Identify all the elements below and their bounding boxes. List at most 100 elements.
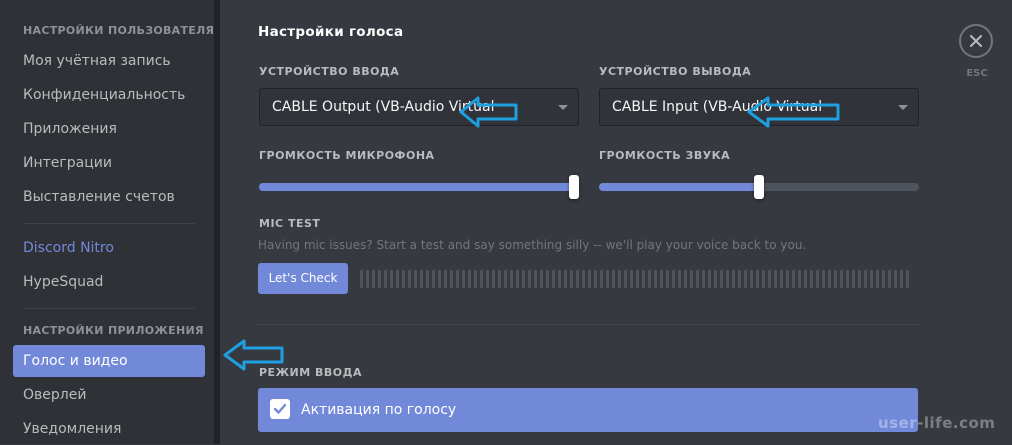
- meter-bar: [900, 270, 903, 288]
- sidebar-item-my-account[interactable]: Моя учётная запись: [13, 45, 205, 77]
- chevron-down-icon: [558, 105, 568, 110]
- meter-bar: [498, 270, 501, 288]
- meter-bar: [522, 270, 525, 288]
- lets-check-button[interactable]: Let's Check: [258, 263, 348, 294]
- meter-bar: [840, 270, 843, 288]
- meter-bar: [402, 270, 405, 288]
- sidebar-item-billing[interactable]: Выставление счетов: [13, 181, 205, 213]
- voice-activity-option[interactable]: Активация по голосу: [258, 388, 918, 432]
- arrow-icon: [459, 96, 518, 128]
- sidebar-item-hypesquad[interactable]: HypeSquad: [13, 266, 205, 298]
- meter-bar: [444, 270, 447, 288]
- meter-bar: [534, 270, 537, 288]
- meter-bar: [798, 270, 801, 288]
- meter-bar: [630, 270, 633, 288]
- meter-bar: [468, 270, 471, 288]
- sidebar-item-nitro[interactable]: Discord Nitro: [13, 232, 205, 264]
- sidebar-item-privacy[interactable]: Конфиденциальность: [13, 79, 205, 111]
- sound-volume-slider[interactable]: [599, 175, 919, 199]
- meter-bar: [504, 270, 507, 288]
- meter-bar: [648, 270, 651, 288]
- meter-bar: [696, 270, 699, 288]
- user-settings-header: Настройки пользователя: [23, 24, 215, 37]
- meter-bar: [426, 270, 429, 288]
- meter-bar: [480, 270, 483, 288]
- meter-bar: [612, 270, 615, 288]
- meter-bar: [606, 270, 609, 288]
- meter-bar: [828, 270, 831, 288]
- meter-bar: [774, 270, 777, 288]
- meter-bar: [768, 270, 771, 288]
- meter-bar: [432, 270, 435, 288]
- meter-bar: [762, 270, 765, 288]
- meter-bar: [738, 270, 741, 288]
- mic-volume-slider[interactable]: [259, 175, 579, 199]
- meter-bar: [870, 270, 873, 288]
- voice-settings-panel: Настройки голоса Устройство ввода CABLE …: [220, 0, 1012, 444]
- close-icon: [970, 35, 982, 47]
- watermark: user-life.com: [878, 414, 996, 432]
- meter-bar: [894, 270, 897, 288]
- mic-level-meter: [360, 270, 918, 288]
- meter-bar: [660, 270, 663, 288]
- meter-bar: [846, 270, 849, 288]
- meter-bar: [576, 270, 579, 288]
- meter-bar: [486, 270, 489, 288]
- close-button[interactable]: [959, 24, 993, 58]
- sound-volume-label: Громкость звука: [599, 149, 731, 162]
- meter-bar: [678, 270, 681, 288]
- mic-test-description: Having mic issues? Start a test and say …: [258, 238, 807, 252]
- mic-volume-label: Громкость микрофона: [259, 149, 435, 162]
- meter-bar: [642, 270, 645, 288]
- meter-bar: [690, 270, 693, 288]
- input-device-select[interactable]: CABLE Output (VB-Audio Virtual: [259, 88, 579, 126]
- sound-volume-fill: [599, 183, 759, 191]
- meter-bar: [702, 270, 705, 288]
- meter-bar: [720, 270, 723, 288]
- meter-bar: [882, 270, 885, 288]
- meter-bar: [858, 270, 861, 288]
- meter-bar: [654, 270, 657, 288]
- chevron-down-icon: [898, 105, 908, 110]
- meter-bar: [510, 270, 513, 288]
- sidebar-item-integrations[interactable]: Интеграции: [13, 147, 205, 179]
- meter-bar: [810, 270, 813, 288]
- mic-volume-knob[interactable]: [569, 175, 579, 199]
- sidebar-item-overlay[interactable]: Оверлей: [13, 379, 205, 411]
- meter-bar: [834, 270, 837, 288]
- meter-bar: [624, 270, 627, 288]
- esc-label: ESC: [966, 68, 988, 79]
- meter-bar: [666, 270, 669, 288]
- meter-bar: [906, 270, 909, 288]
- checkbox-checked-icon[interactable]: [270, 399, 290, 419]
- meter-bar: [552, 270, 555, 288]
- meter-bar: [594, 270, 597, 288]
- sidebar-item-voice-video[interactable]: Голос и видео: [13, 345, 205, 377]
- meter-bar: [744, 270, 747, 288]
- meter-bar: [384, 270, 387, 288]
- meter-bar: [366, 270, 369, 288]
- meter-bar: [396, 270, 399, 288]
- meter-bar: [456, 270, 459, 288]
- sidebar-item-notifications[interactable]: Уведомления: [13, 413, 205, 445]
- sound-volume-knob[interactable]: [754, 175, 764, 199]
- meter-bar: [732, 270, 735, 288]
- meter-bar: [714, 270, 717, 288]
- meter-bar: [600, 270, 603, 288]
- meter-bar: [726, 270, 729, 288]
- meter-bar: [438, 270, 441, 288]
- meter-bar: [414, 270, 417, 288]
- meter-bar: [516, 270, 519, 288]
- meter-bar: [540, 270, 543, 288]
- meter-bar: [876, 270, 879, 288]
- input-device-label: Устройство ввода: [259, 65, 400, 78]
- meter-bar: [528, 270, 531, 288]
- meter-bar: [864, 270, 867, 288]
- meter-bar: [558, 270, 561, 288]
- meter-bar: [780, 270, 783, 288]
- sidebar-item-apps[interactable]: Приложения: [13, 113, 205, 145]
- voice-activity-label: Активация по голосу: [301, 402, 457, 418]
- meter-bar: [546, 270, 549, 288]
- meter-bar: [786, 270, 789, 288]
- meter-bar: [708, 270, 711, 288]
